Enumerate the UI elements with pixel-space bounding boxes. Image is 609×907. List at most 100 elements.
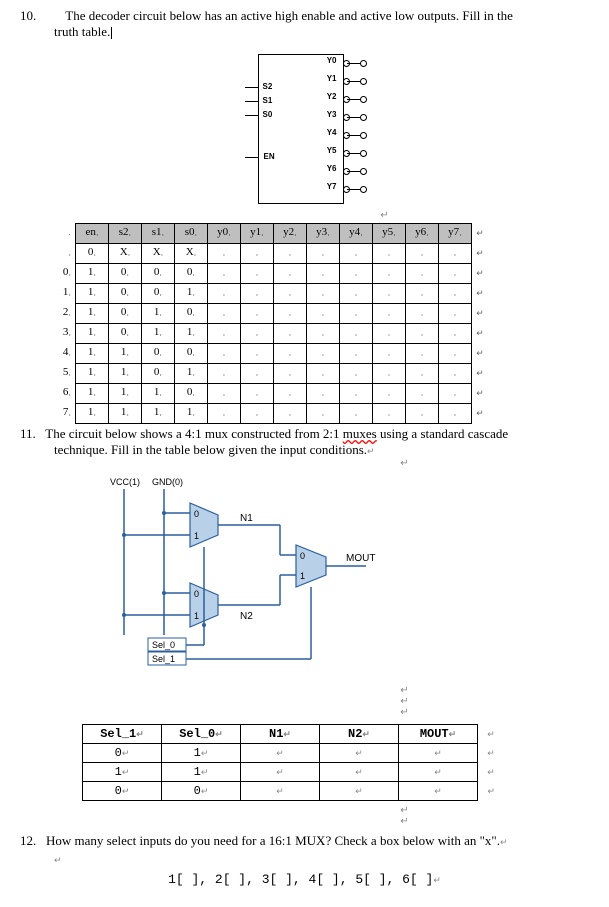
topmux-port0: 0: [194, 509, 199, 519]
truth-cell: 0·: [175, 304, 208, 324]
q11-number: 11.: [20, 426, 36, 441]
truth-cell: ·: [373, 364, 406, 384]
truth-cell: ·: [373, 264, 406, 284]
truth-cell: ·: [439, 404, 472, 424]
truth-cell: 0·: [175, 344, 208, 364]
truth-corner: ·: [54, 224, 76, 244]
truth-cell: ·: [373, 324, 406, 344]
truth-row-label: 4·: [54, 344, 76, 364]
q11-text-underlined: muxes: [343, 426, 377, 441]
mux-row: 1↵1↵↵↵↵↵: [83, 763, 505, 782]
truth-body: ·0·X·X·X·········↵0·1·0·0·0·········↵1·1…: [54, 244, 488, 424]
pin-y5-out: [343, 149, 365, 157]
truth-cell: 1·: [76, 264, 109, 284]
mux-crlf-h: ↵: [478, 725, 505, 744]
pin-y0-out: [343, 59, 365, 67]
decoder-body: S2 S1 S0 EN Y0 Y1 Y2 Y3 Y4 Y5 Y6 Y7: [258, 54, 344, 204]
q10-text-a: The decoder circuit below has an active …: [65, 8, 513, 23]
truth-cell: ·: [241, 244, 274, 264]
mux-cell: ↵: [241, 744, 320, 763]
truth-row: 6·1·1·1·0·········↵: [54, 384, 488, 404]
truth-cell: 1·: [142, 384, 175, 404]
decoder-diagram: S2 S1 S0 EN Y0 Y1 Y2 Y3 Y4 Y5 Y6 Y7: [220, 48, 390, 208]
pin-y7-out: [343, 185, 365, 193]
q11-text-b: using a standard cascade: [377, 426, 508, 441]
q12-choices: 1[ ], 2[ ], 3[ ], 4[ ], 5[ ], 6[ ]↵: [20, 872, 589, 887]
truth-cell: ·: [274, 324, 307, 344]
pin-s1: S1: [263, 96, 273, 105]
lbl-mout: MOUT: [346, 553, 375, 564]
truth-cell: ·: [439, 304, 472, 324]
truth-cell: ·: [406, 404, 439, 424]
q12-text: How many select inputs do you need for a…: [46, 833, 500, 848]
truth-cell: ·: [406, 384, 439, 404]
th-y4: y4·: [340, 224, 373, 244]
truth-cell: ·: [241, 324, 274, 344]
mux-cell: ↵: [399, 763, 478, 782]
mux-crlf: ↵: [478, 744, 505, 763]
truth-cell: 1·: [175, 284, 208, 304]
truth-row-label: 3·: [54, 324, 76, 344]
truth-cell: ·: [208, 364, 241, 384]
pin-y3-out: [343, 113, 365, 121]
pin-y2-out: [343, 95, 365, 103]
truth-cell: 0·: [109, 304, 142, 324]
truth-cell: X·: [175, 244, 208, 264]
truth-cell: 0·: [142, 344, 175, 364]
pin-y4: Y4: [327, 128, 337, 137]
truth-cell: ·: [373, 244, 406, 264]
truth-cell: 1·: [76, 364, 109, 384]
truth-cell: ·: [241, 264, 274, 284]
truth-cell: ·: [406, 324, 439, 344]
truth-cell: ·: [439, 344, 472, 364]
truth-cell: ·: [439, 384, 472, 404]
truth-cell: ·: [307, 364, 340, 384]
pin-y4-out: [343, 131, 365, 139]
truth-cell: 0·: [109, 324, 142, 344]
th-y1: y1·: [241, 224, 274, 244]
truth-crlf: ↵: [472, 364, 489, 384]
truth-cell: ·: [307, 304, 340, 324]
truth-cell: ·: [307, 284, 340, 304]
truth-cell: ·: [307, 404, 340, 424]
truth-cell: ·: [208, 384, 241, 404]
truth-row-label: 5·: [54, 364, 76, 384]
pin-y6: Y6: [327, 164, 337, 173]
truth-cell: ·: [439, 284, 472, 304]
truth-cell: 0·: [142, 284, 175, 304]
truth-cell: 1·: [76, 304, 109, 324]
truth-cell: 0·: [76, 244, 109, 264]
th-y0: y0·: [208, 224, 241, 244]
truth-cell: ·: [307, 264, 340, 284]
truth-row-label: 2·: [54, 304, 76, 324]
truth-crlf: ↵: [472, 244, 489, 264]
truth-cell: ·: [340, 344, 373, 364]
mth-sel0: Sel_0↵: [162, 725, 241, 744]
th-y6: y6·: [406, 224, 439, 244]
truth-row: 4·1·1·0·0·········↵: [54, 344, 488, 364]
q11-text-c: technique. Fill in the table below given…: [54, 442, 367, 457]
truth-crlf: ↵: [472, 404, 489, 424]
para-mark-7: ↵: [220, 816, 589, 827]
truth-cell: ·: [406, 344, 439, 364]
outmux-port0: 0: [300, 551, 305, 561]
truth-cell: ·: [274, 244, 307, 264]
truth-cell: ·: [406, 244, 439, 264]
truth-cell: ·: [208, 284, 241, 304]
truth-cell: ·: [241, 284, 274, 304]
pin-s0: S0: [263, 110, 273, 119]
pin-y1: Y1: [327, 74, 337, 83]
para-mark-6: ↵: [220, 805, 589, 816]
truth-row: 3·1·0·1·1·········↵: [54, 324, 488, 344]
truth-cell: 1·: [175, 324, 208, 344]
para-mark-5: ↵: [220, 707, 589, 718]
truth-cell: 1·: [109, 344, 142, 364]
truth-cell: ·: [340, 384, 373, 404]
truth-row: 7·1·1·1·1·········↵: [54, 404, 488, 424]
question-12: 12. How many select inputs do you need f…: [20, 833, 589, 849]
q10-number: 10.: [20, 8, 36, 23]
lbl-sel0: Sel_0: [152, 640, 175, 650]
truth-header-row: · en· s2· s1· s0· y0· y1· y2· y3· y4· y5…: [54, 224, 488, 244]
question-10: 10. The decoder circuit below has an act…: [20, 8, 589, 40]
mth-n1: N1↵: [241, 725, 320, 744]
